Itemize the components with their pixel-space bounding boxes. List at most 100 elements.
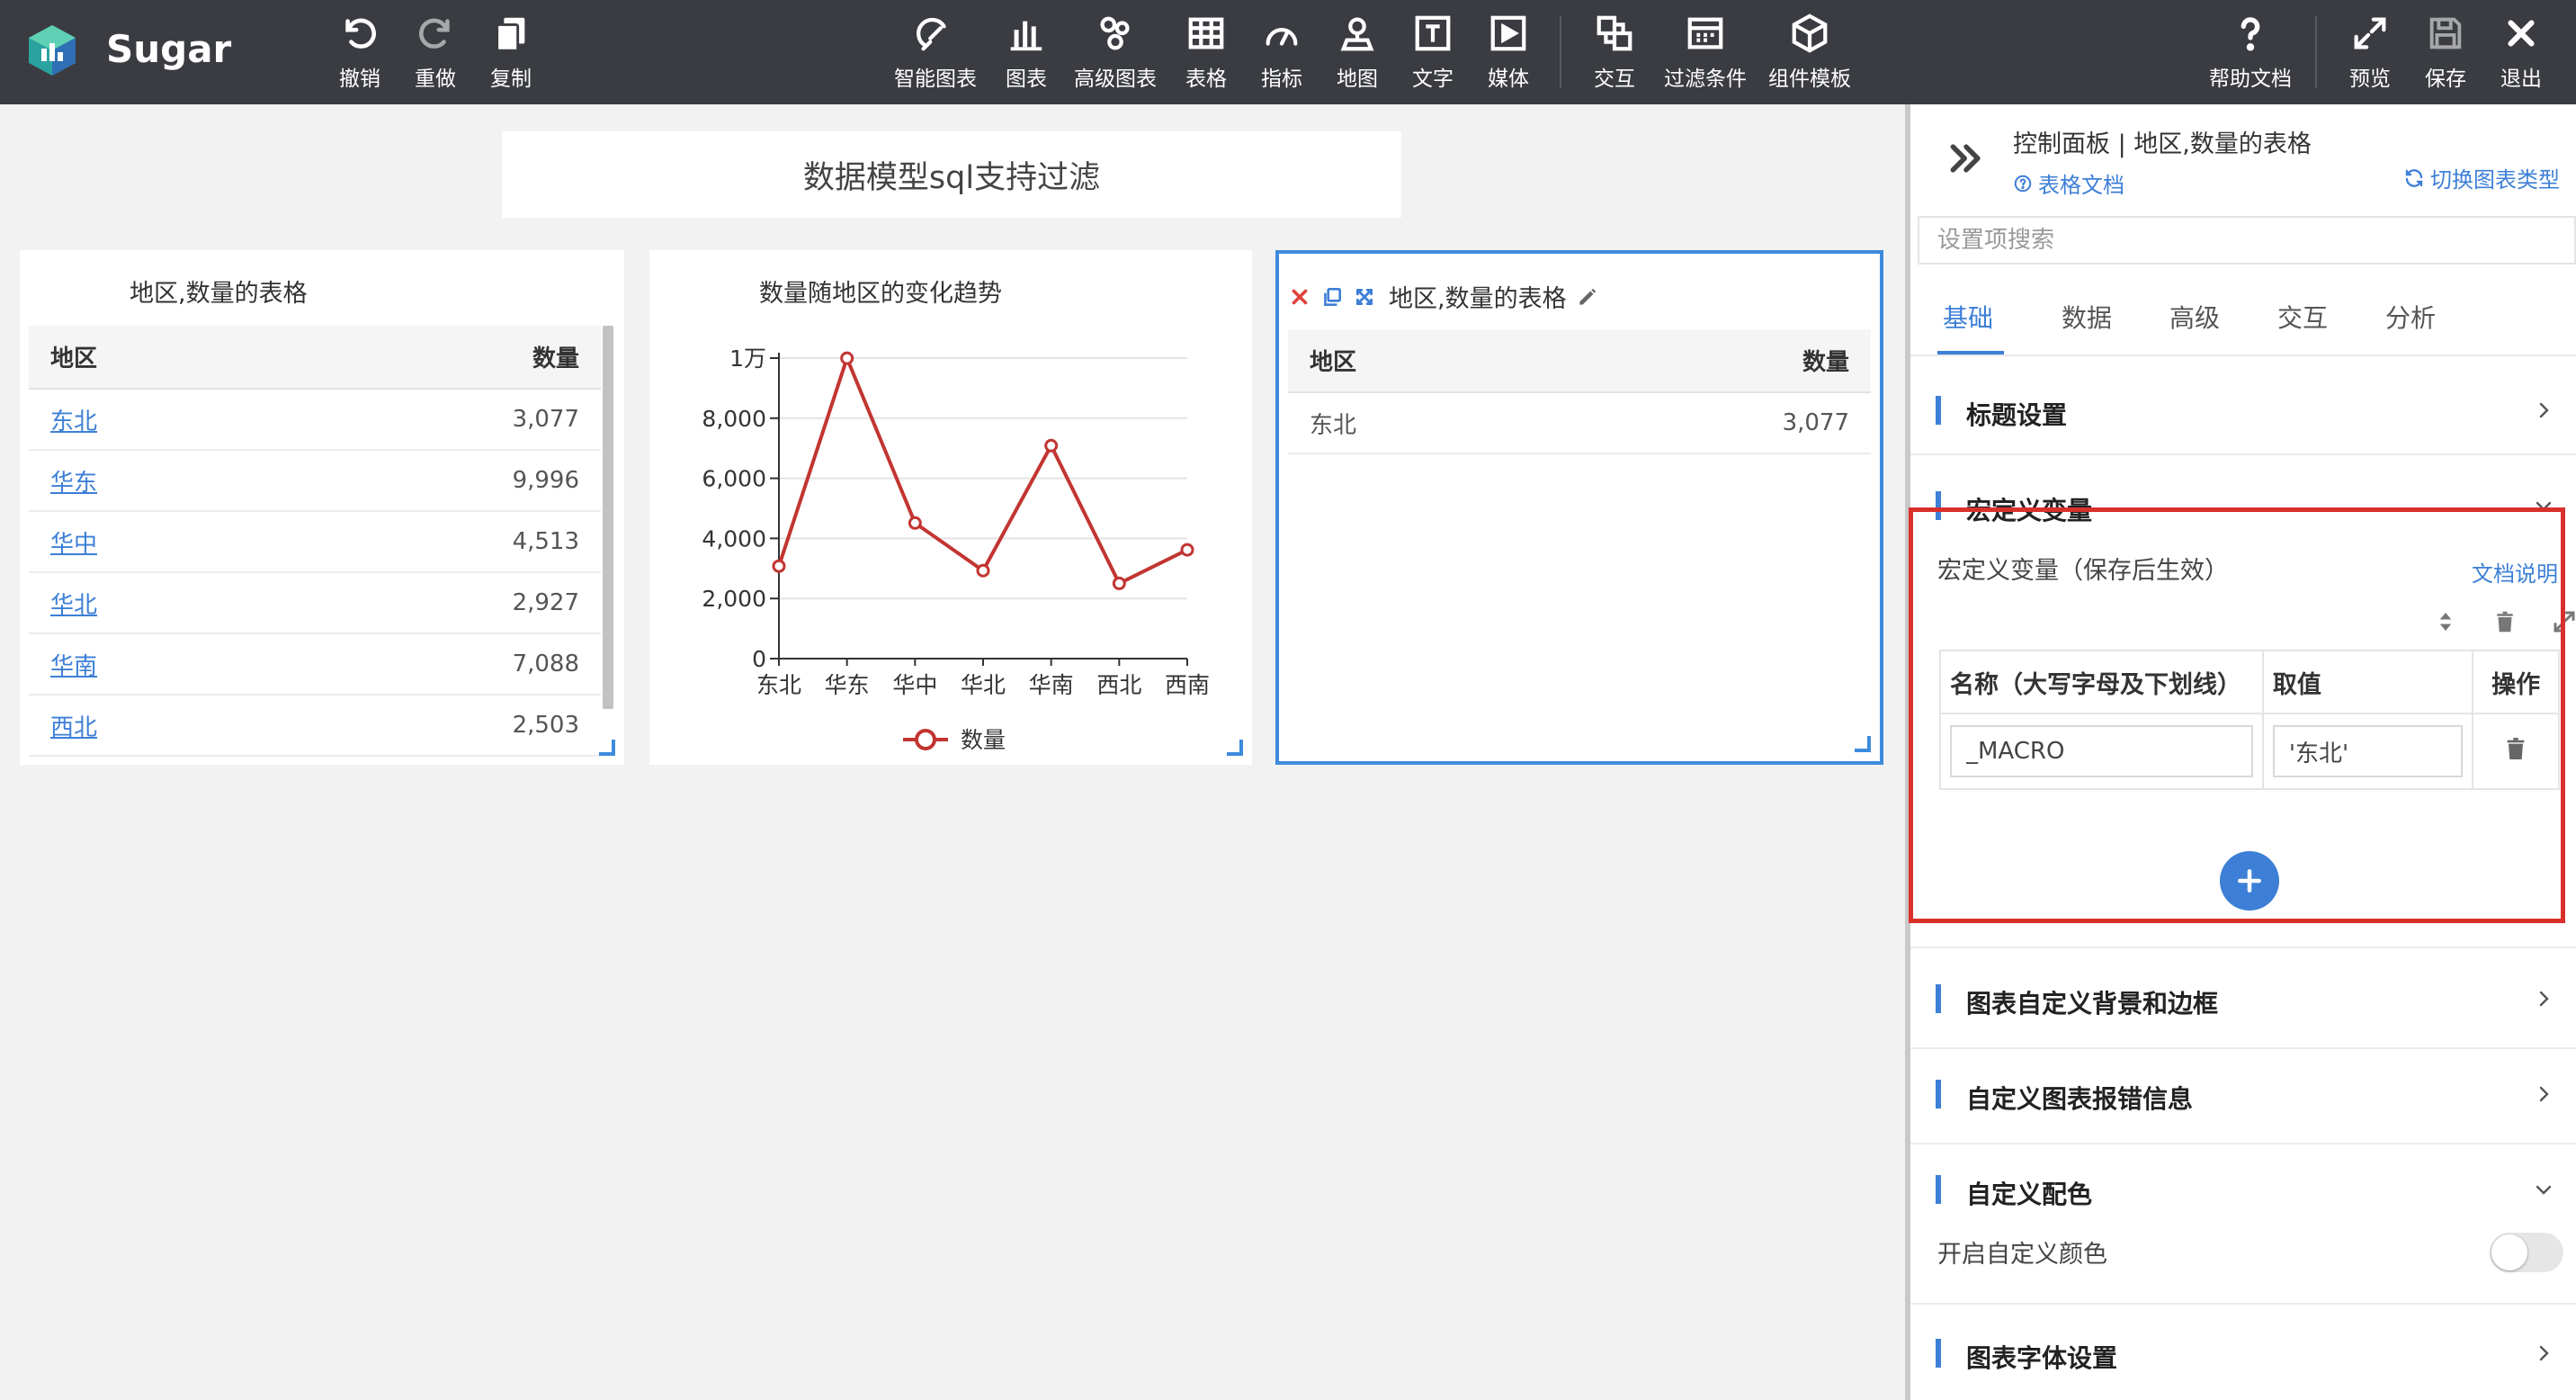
table-cell: 东北 <box>1288 392 1551 454</box>
tab-interaction[interactable]: 交互 <box>2277 299 2328 335</box>
switch-chart-type-link[interactable]: 切换图表类型 <box>2403 162 2560 193</box>
table-icon <box>1188 17 1224 49</box>
duplicate-icon[interactable] <box>1320 285 1344 309</box>
undo-button[interactable]: 撤销 <box>338 13 381 94</box>
region-link[interactable]: 西北 <box>29 695 286 757</box>
interaction-icon <box>1597 15 1632 51</box>
resize-handle[interactable] <box>599 740 615 756</box>
tab-analysis[interactable]: 分析 <box>2385 299 2436 335</box>
chart-button[interactable]: 图表 <box>1004 13 1049 94</box>
tab-data[interactable]: 数据 <box>2062 299 2112 335</box>
divider <box>1910 453 2576 455</box>
indicator-button[interactable]: 指标 <box>1259 13 1304 94</box>
panel-tabs: 基础 数据 高级 交互 分析 <box>1910 283 2576 356</box>
media-button[interactable]: 媒体 <box>1486 13 1531 94</box>
undo-icon <box>345 18 376 49</box>
exit-label: 退出 <box>2500 67 2542 91</box>
custom-color-toggle[interactable] <box>2490 1233 2563 1272</box>
filter-button[interactable]: 过滤条件 <box>1660 13 1750 94</box>
table-cell: 9,996 <box>285 450 601 512</box>
tab-basic[interactable]: 基础 <box>1943 299 1993 335</box>
table-scrollbar[interactable] <box>603 326 613 709</box>
filter-label: 过滤条件 <box>1664 67 1747 91</box>
chevron-down-icon <box>2536 1185 2552 1195</box>
save-button[interactable]: 保存 <box>2423 13 2468 94</box>
table-cell: 3,077 <box>1550 392 1871 454</box>
toolbar-divider <box>1560 16 1561 88</box>
advanced-chart-label: 高级图表 <box>1074 67 1157 91</box>
table-docs-link[interactable]: 表格文档 <box>2013 167 2124 199</box>
advanced-chart-button[interactable]: 高级图表 <box>1070 13 1160 94</box>
section-accent-bar <box>1936 1080 1941 1108</box>
interaction-button[interactable]: 交互 <box>1592 13 1637 94</box>
smart-chart-label: 智能图表 <box>894 67 977 91</box>
table-card-selected[interactable]: 地区,数量的表格 地区 数量 东北 3,077 <box>1275 250 1883 765</box>
smart-chart-button[interactable]: 智能图表 <box>890 13 980 94</box>
y-tick-label: 6,000 <box>702 466 766 492</box>
section-label: 图表字体设置 <box>1966 1343 2118 1373</box>
data-point <box>1180 543 1194 557</box>
resize-handle[interactable] <box>1227 740 1243 756</box>
component-template-button[interactable]: 组件模板 <box>1765 13 1855 94</box>
region-link[interactable]: 华中 <box>29 511 286 573</box>
exit-button[interactable]: 退出 <box>2499 13 2544 94</box>
chevron-right-icon <box>2539 402 2549 418</box>
region-link[interactable]: 华东 <box>29 450 286 512</box>
table-row: 东北 3,077 <box>1288 392 1871 454</box>
column-header[interactable]: 数量 <box>285 326 601 390</box>
panel-header: 控制面板 | 地区,数量的表格 表格文档 切换图表类型 <box>1910 104 2576 209</box>
section-label: 图表自定义背景和边框 <box>1966 989 2219 1019</box>
edit-pencil-icon[interactable] <box>1576 285 1599 309</box>
line-chart-card[interactable]: 数量随地区的变化趋势 0 2,000 4,000 6,000 8,000 1万 东北 华东 华中… <box>649 250 1252 765</box>
active-tab-indicator <box>1937 351 2004 354</box>
tab-advanced[interactable]: 高级 <box>2169 299 2220 335</box>
preview-button[interactable]: 预览 <box>2348 13 2393 94</box>
table-label: 表格 <box>1185 67 1227 91</box>
section-accent-bar <box>1936 984 1941 1013</box>
indicator-label: 指标 <box>1261 67 1302 91</box>
divider <box>1910 1303 2576 1305</box>
map-button[interactable]: 地图 <box>1335 13 1380 94</box>
table-docs-label: 表格文档 <box>2038 173 2124 198</box>
page-title[interactable]: 数据模型sql支持过滤 <box>502 131 1401 218</box>
redo-label: 重做 <box>415 67 456 91</box>
copy-button[interactable]: 复制 <box>489 13 532 94</box>
column-header[interactable]: 地区 <box>1288 329 1551 393</box>
section-header[interactable]: 图表自定义背景和边框 <box>1910 954 2576 1044</box>
dashboard-canvas: 数据模型sql支持过滤 地区,数量的表格 地区 数量 东北 3,077 华东 9,9… <box>0 104 1905 1400</box>
column-header[interactable]: 数量 <box>1550 329 1871 393</box>
section-header[interactable]: 自定义配色 <box>1910 1144 2576 1234</box>
x-tick-label: 西北 <box>1096 672 1141 698</box>
media-label: 媒体 <box>1488 67 1529 91</box>
text-label: 文字 <box>1412 67 1453 91</box>
settings-search-input[interactable] <box>1918 216 2576 265</box>
data-point <box>1112 576 1126 590</box>
region-link[interactable]: 华北 <box>29 572 286 634</box>
redo-icon <box>419 18 450 49</box>
text-icon <box>1415 15 1451 51</box>
table-card-1[interactable]: 地区,数量的表格 地区 数量 东北 3,077 华东 9,996 华中 4,513 华… <box>20 250 624 765</box>
resize-handle[interactable] <box>1855 736 1871 752</box>
table-button[interactable]: 表格 <box>1184 13 1229 94</box>
collapse-panel-icon[interactable] <box>1946 139 1986 178</box>
section-header[interactable]: 图表字体设置 <box>1910 1308 2576 1398</box>
section-header[interactable]: 自定义图表报错信息 <box>1910 1049 2576 1139</box>
region-link[interactable]: 东北 <box>29 389 286 451</box>
column-header[interactable]: 地区 <box>29 326 286 390</box>
sugar-logo-icon <box>29 25 76 76</box>
fullscreen-icon[interactable] <box>1353 285 1376 309</box>
close-icon <box>2508 20 2535 47</box>
section-header[interactable]: 标题设置 <box>1910 365 2576 455</box>
filter-icon <box>1687 17 1723 49</box>
redo-button[interactable]: 重做 <box>414 13 457 94</box>
delete-x-icon[interactable] <box>1288 285 1311 309</box>
card-title: 地区,数量的表格 <box>130 280 308 308</box>
copy-icon <box>496 17 525 52</box>
text-button[interactable]: 文字 <box>1410 13 1455 94</box>
help-docs-button[interactable]: 帮助文档 <box>2205 13 2295 94</box>
refresh-icon <box>2405 168 2423 187</box>
chevron-right-icon <box>2539 1345 2549 1361</box>
region-link[interactable]: 华南 <box>29 633 286 696</box>
table-cell: 7,088 <box>285 633 601 696</box>
y-tick-label: 4,000 <box>702 525 766 552</box>
